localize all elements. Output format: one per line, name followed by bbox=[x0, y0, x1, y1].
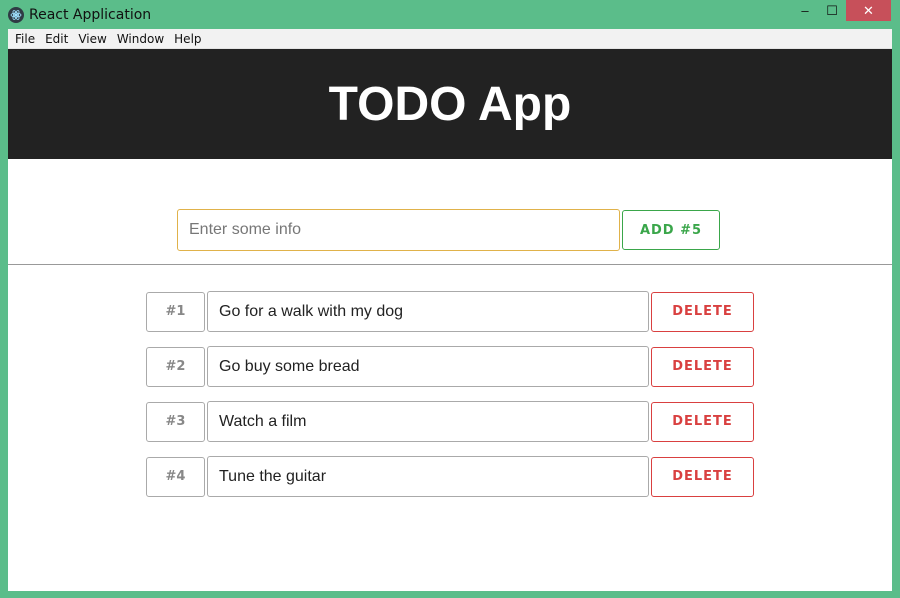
close-button[interactable]: ✕ bbox=[846, 0, 891, 21]
menu-window[interactable]: Window bbox=[112, 32, 169, 46]
todo-row: #4 Tune the guitar DELETE bbox=[146, 456, 754, 497]
todo-row: #2 Go buy some bread DELETE bbox=[146, 346, 754, 387]
todo-number: #2 bbox=[146, 346, 205, 387]
todo-row: #3 Watch a film DELETE bbox=[146, 401, 754, 442]
app-window: File Edit View Window Help TODO App ADD … bbox=[8, 29, 892, 591]
todo-row: #1 Go for a walk with my dog DELETE bbox=[146, 291, 754, 332]
page-title: TODO App bbox=[328, 77, 572, 131]
app-header: TODO App bbox=[8, 49, 892, 159]
menu-edit[interactable]: Edit bbox=[40, 32, 73, 46]
electron-app-icon bbox=[8, 6, 24, 23]
delete-button[interactable]: DELETE bbox=[651, 291, 754, 332]
todo-number: #3 bbox=[146, 401, 205, 442]
todo-input[interactable] bbox=[177, 209, 620, 251]
maximize-button[interactable]: ☐ bbox=[822, 0, 842, 21]
window-title: React Application bbox=[29, 6, 152, 23]
menu-bar: File Edit View Window Help bbox=[8, 29, 892, 49]
title-bar[interactable]: React Application – ☐ ✕ bbox=[0, 0, 900, 29]
todo-list: #1 Go for a walk with my dog DELETE #2 G… bbox=[146, 291, 754, 511]
add-todo-button[interactable]: ADD #5 bbox=[622, 210, 720, 250]
todo-text[interactable]: Tune the guitar bbox=[207, 456, 649, 497]
new-todo-form: ADD #5 bbox=[177, 209, 720, 251]
menu-file[interactable]: File bbox=[10, 32, 40, 46]
delete-button[interactable]: DELETE bbox=[651, 401, 754, 442]
menu-view[interactable]: View bbox=[73, 32, 111, 46]
todo-text[interactable]: Watch a film bbox=[207, 401, 649, 442]
todo-text[interactable]: Go for a walk with my dog bbox=[207, 291, 649, 332]
todo-number: #1 bbox=[146, 291, 205, 332]
divider bbox=[8, 264, 892, 265]
todo-text[interactable]: Go buy some bread bbox=[207, 346, 649, 387]
delete-button[interactable]: DELETE bbox=[651, 456, 754, 497]
delete-button[interactable]: DELETE bbox=[651, 346, 754, 387]
minimize-button[interactable]: – bbox=[795, 0, 815, 21]
todo-number: #4 bbox=[146, 456, 205, 497]
menu-help[interactable]: Help bbox=[169, 32, 206, 46]
